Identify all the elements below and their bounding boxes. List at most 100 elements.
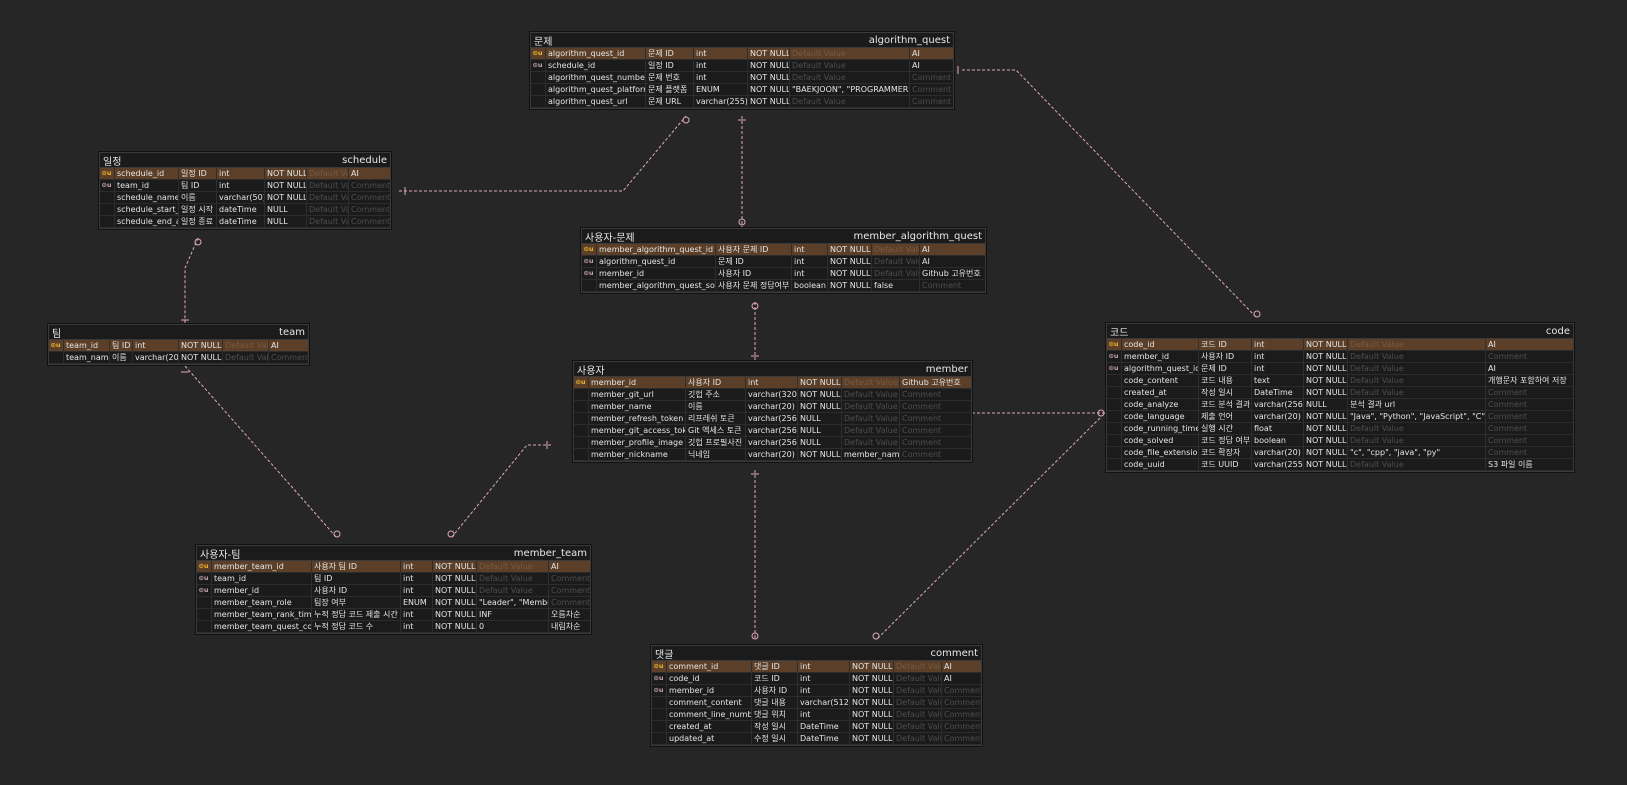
column-row[interactable]: ⊙u algorithm_quest_id 문제 ID int NOT NULL Defa… [531,48,953,60]
column-row[interactable]: code_file_extension 코드 확장자 varchar(20) NOT … [1107,447,1573,459]
cell-logical: 사용자 문제 정답여부 [715,280,791,291]
cell-col: code_analyze [1121,399,1198,410]
column-row[interactable]: code_uuid 코드 UUID varchar(255) NOT NULL Defa… [1107,459,1573,471]
table-member-algorithm-quest[interactable]: 사용자-문제 member_algorithm_quest ⊙u member_alg… [581,228,986,293]
table-code[interactable]: 코드 code ⊙u code_id 코드 ID int NOT NULL Default V… [1106,323,1574,472]
column-row[interactable]: ⊙umember_id사용자 IDintNOT NULLDefault Valu… [1107,351,1573,363]
cell-comment: Comment [348,192,390,203]
table-comment[interactable]: 댓글 comment ⊙u comment_id 댓글 ID int NOT NULL Def… [651,645,982,746]
cell-type: int [1251,339,1303,350]
link-schedule-algorithm-quest [399,115,687,192]
column-row[interactable]: member_team_role 팀장 여부 ENUM NOT NULL "Leader… [197,597,590,609]
cell-def: false [871,280,919,291]
foreign-key-icon: ⊙u [198,586,209,594]
column-row[interactable]: ⊙umember_id사용자 IDintNOT NULLDefault Valu… [652,685,981,697]
column-row[interactable]: member_team_rank_time 누적 정답 코드 제출 시간 int NO… [197,609,590,621]
column-row[interactable]: code_language 제출 언어 varchar(20) NOT NULL "Ja… [1107,411,1573,423]
cell-comment: Comment [548,597,590,608]
column-row[interactable]: member_refresh_token 리프레쉬 토큰 varchar(256) N… [574,413,971,425]
column-row[interactable]: ⊙umember_id사용자 IDintNOT NULLDefault Valu… [574,377,971,389]
foreign-key-icon: ⊙u [101,181,112,189]
cell-null: NOT NULL [827,256,871,267]
column-row[interactable]: ⊙ucode_id코드 IDintNOT NULLDefault ValueAI [1107,339,1573,351]
link-member-member-team [450,444,551,539]
column-row[interactable]: code_content 코드 내용 text NOT NULL Default Val… [1107,375,1573,387]
column-row[interactable]: created_at 작성 일시 DateTime NOT NULL Default V… [1107,387,1573,399]
cell-null: NOT NULL [1303,447,1347,458]
column-row[interactable]: member_nickname 닉네임 varchar(20) NOT NULL mem… [574,449,971,461]
cell-def: Default Value [871,256,919,267]
column-row[interactable]: code_solved 코드 정답 여부 boolean NOT NULL Defaul… [1107,435,1573,447]
column-row[interactable]: schedule_start_at일정 시작dateTimeNULLDefaul… [100,204,390,216]
table-schedule[interactable]: 일정 schedule ⊙u schedule_id 일정 ID int NOT NULL D… [99,152,391,229]
cell-col: schedule_id [545,60,645,71]
column-row[interactable]: schedule_name 이름 varchar(50) NOT NULL Defaul… [100,192,390,204]
cell-type: int [693,48,747,59]
table-name: member_team [513,547,587,559]
column-row[interactable]: created_at 작성 일시 DateTime NOT NULL Default V… [652,721,981,733]
key-cell [652,721,666,732]
cell-comment: Comment [941,709,981,720]
foreign-key-icon: ⊙u [583,269,594,277]
table-team[interactable]: 팀 team ⊙uteam_id팀 IDintNOT NULLDefault Val… [48,324,309,365]
column-row[interactable]: member_profile_image 깃헙 프로필사진 varchar(256)… [574,437,971,449]
cell-def: 0 [476,621,548,632]
cell-def: Default Value [1347,375,1485,386]
cell-col: code_solved [1121,435,1198,446]
column-row[interactable]: ⊙umember_id사용자 IDintNOT NULLDefault Valu… [582,268,985,280]
column-row[interactable]: ⊙uteam_id팀 IDintNOT NULLDefault ValueCom… [197,573,590,585]
column-row[interactable]: ⊙ucomment_id댓글 IDintNOT NULLDefault Valu… [652,661,981,673]
key-cell: ⊙u [100,180,114,191]
cell-comment: Comment [348,204,390,215]
column-row[interactable]: ⊙uschedule_id일정 IDintNOT NULLDefault Val… [100,168,390,180]
column-row[interactable]: comment_content 댓글 내용 varchar(512) NOT NULL… [652,697,981,709]
table-header: 일정 schedule [100,153,390,168]
cell-col: code_id [666,673,751,684]
column-row[interactable]: ⊙u algorithm_quest_id 문제 ID int NOT NULL Defa… [582,256,985,268]
column-row[interactable]: member_team_quest_count누적 정답 코드 수intNOT … [197,621,590,633]
cell-type: ENUM [400,597,432,608]
column-row[interactable]: updated_at 수정 일시 DateTime NOT NULL Default V… [652,733,981,745]
cell-logical: 팀 ID [311,573,400,584]
column-row[interactable]: code_analyze 코드 분석 결과 varchar(256) NULL 분석 결… [1107,399,1573,411]
column-row[interactable]: ⊙ucode_id코드 IDintNOT NULLDefault ValueAI [652,673,981,685]
cell-logical: 이름 [685,401,745,412]
column-row[interactable]: member_git_access_tokenGit 엑세스 토큰varchar… [574,425,971,437]
column-row[interactable]: schedule_end_at 일정 종료 dateTime NULL Default … [100,216,390,228]
foreign-key-icon: ⊙u [583,257,594,265]
table-member-team[interactable]: 사용자-팀 member_team ⊙u member_team_id 사용자 팀 ID… [196,545,591,634]
cell-null: NOT NULL [747,72,789,83]
cell-comment: Comment [919,280,985,291]
cell-type: int [400,609,432,620]
column-row[interactable]: algorithm_quest_number 문제 번호 int NOT NULL De… [531,72,953,84]
column-row[interactable]: member_algorithm_quest_solved사용자 문제 정답여부… [582,280,985,292]
column-row[interactable]: ⊙uteam_id팀 IDintNOT NULLDefault ValueCom… [100,180,390,192]
table-member[interactable]: 사용자 member ⊙u member_id 사용자 ID int NOT NULL Def… [573,361,972,462]
column-row[interactable]: algorithm_quest_url 문제 URL varchar(255) NOT… [531,96,953,108]
column-row[interactable]: ⊙u algorithm_quest_id 문제 ID int NOT NULL Defa… [1107,363,1573,375]
table-label: 사용자-팀 [200,549,241,561]
column-row[interactable]: code_running_time 실행 시간 float NOT NULL Defau… [1107,423,1573,435]
key-cell [197,621,211,632]
cell-comment: Comment [909,72,953,83]
cell-null: NOT NULL [432,621,476,632]
cell-null: NOT NULL [797,377,841,388]
foreign-key-icon: ⊙u [1108,352,1119,360]
cell-null: NULL [1303,399,1347,410]
column-row[interactable]: member_name 이름 varchar(20) NOT NULL Default … [574,401,971,413]
cell-null: NOT NULL [1303,339,1347,350]
column-row[interactable]: ⊙uschedule_id일정 IDintNOT NULLDefault Val… [531,60,953,72]
cell-col: algorithm_quest_number [545,72,645,83]
column-row[interactable]: comment_line_number댓글 위치intNOT NULLDefau… [652,709,981,721]
column-row[interactable]: algorithm_quest_platform 문제 플랫폼 ENUM NOT NU… [531,84,953,96]
column-row[interactable]: member_git_url 깃헙 주소 varchar(320) NOT NULL D… [574,389,971,401]
column-row[interactable]: ⊙uteam_id팀 IDintNOT NULLDefault ValueAI [49,340,308,352]
column-row[interactable]: team_name 이름 varchar(20) NOT NULL Default Va… [49,352,308,364]
column-row[interactable]: ⊙u member_team_id 사용자 팀 ID int NOT NULL Defau… [197,561,590,573]
cell-type: int [797,661,849,672]
cell-comment: Comment [1485,435,1573,446]
column-row[interactable]: ⊙umember_id사용자 IDintNOT NULLDefault Valu… [197,585,590,597]
table-algorithm-quest[interactable]: 문제 algorithm_quest ⊙u algorithm_quest_id 문제 … [530,32,954,109]
column-row[interactable]: ⊙u member_algorithm_quest_id 사용자 문제 ID int N… [582,244,985,256]
cell-comment: Comment [909,84,953,95]
